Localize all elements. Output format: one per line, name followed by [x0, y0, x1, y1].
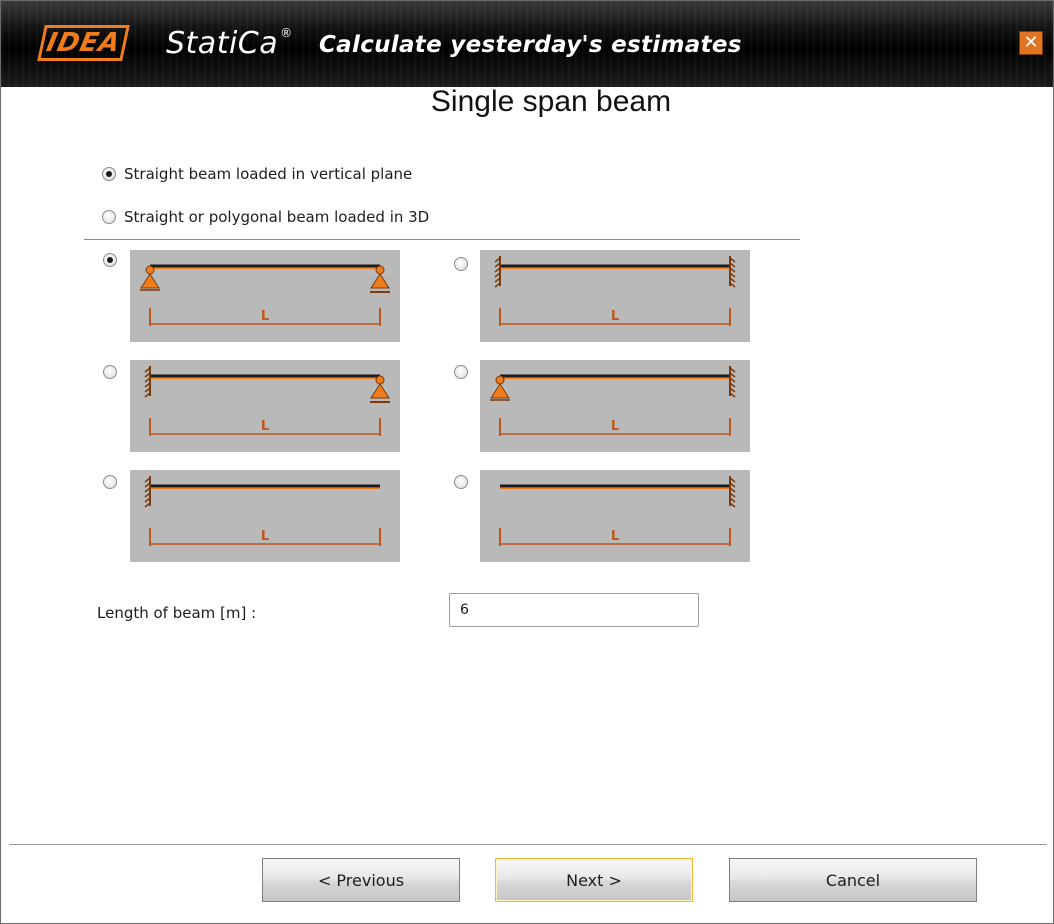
separator: [84, 239, 800, 240]
beam-diagram-svg: L: [494, 256, 736, 326]
roller-support-icon: [370, 265, 390, 293]
beam-type-radio-fixed-free[interactable]: [103, 475, 117, 489]
page-title: Single span beam: [430, 85, 672, 118]
span-label: L: [261, 529, 269, 544]
idea-logo: IDEA: [37, 23, 130, 63]
fixed-support-icon: [144, 366, 151, 398]
beam-diagram-svg: L: [144, 366, 390, 436]
header-banner: IDEA StatiCa ® Calculate yesterday's esti…: [1, 1, 1053, 87]
previous-button[interactable]: < Previous: [262, 858, 460, 902]
fixed-support-icon: [729, 366, 736, 398]
radio-3d[interactable]: [102, 210, 116, 224]
slogan: Calculate yesterday's estimates: [319, 32, 742, 58]
beam-type-radio-pinned-pinned[interactable]: [103, 253, 117, 267]
pin-support-icon: [490, 375, 510, 401]
fixed-support-icon: [729, 476, 736, 508]
fixed-support-icon: [729, 256, 736, 288]
pin-support-icon: [140, 265, 160, 291]
option-vertical-plane-label: Straight beam loaded in vertical plane: [124, 165, 413, 183]
length-input[interactable]: [449, 593, 699, 627]
statica-logo: StatiCa ®: [166, 25, 293, 61]
fixed-support-icon: [144, 476, 151, 508]
footer-divider: [9, 844, 1047, 845]
span-label: L: [611, 309, 619, 324]
fixed-support-icon: [494, 256, 501, 288]
beam-diagram-fixed-free[interactable]: L: [130, 470, 400, 562]
option-3d-label: Straight or polygonal beam loaded in 3D: [124, 208, 430, 226]
beam-diagram-svg: L: [490, 366, 736, 436]
beam-diagram-free-fixed[interactable]: L: [480, 470, 750, 562]
beam-diagram-fixed-pinned[interactable]: L: [130, 360, 400, 452]
beam-diagram-pinned-fixed[interactable]: L: [480, 360, 750, 452]
span-label: L: [261, 309, 269, 324]
close-button[interactable]: ✕: [1019, 31, 1043, 55]
length-label: Length of beam [m] :: [97, 604, 257, 622]
span-label: L: [261, 419, 269, 434]
beam-type-radio-pinned-fixed[interactable]: [454, 365, 468, 379]
beam-type-radio-fixed-pinned[interactable]: [103, 365, 117, 379]
roller-support-icon: [370, 375, 390, 403]
beam-diagram-fixed-fixed[interactable]: L: [480, 250, 750, 342]
span-label: L: [611, 419, 619, 434]
beam-diagram-svg: L: [140, 264, 390, 326]
cancel-button[interactable]: Cancel: [729, 858, 977, 902]
beam-diagram-svg: L: [499, 476, 736, 546]
beam-type-radio-free-fixed[interactable]: [454, 475, 468, 489]
wizard-window: IDEA StatiCa ® Calculate yesterday's esti…: [0, 0, 1054, 924]
option-3d[interactable]: Straight or polygonal beam loaded in 3D: [102, 208, 429, 226]
radio-vertical-plane[interactable]: [102, 167, 116, 181]
next-button[interactable]: Next >: [495, 858, 693, 902]
beam-diagram-pinned-pinned[interactable]: L: [130, 250, 400, 342]
option-vertical-plane[interactable]: Straight beam loaded in vertical plane: [102, 165, 412, 183]
span-label: L: [611, 529, 619, 544]
beam-diagram-svg: L: [144, 476, 381, 546]
beam-type-radio-fixed-fixed[interactable]: [454, 257, 468, 271]
